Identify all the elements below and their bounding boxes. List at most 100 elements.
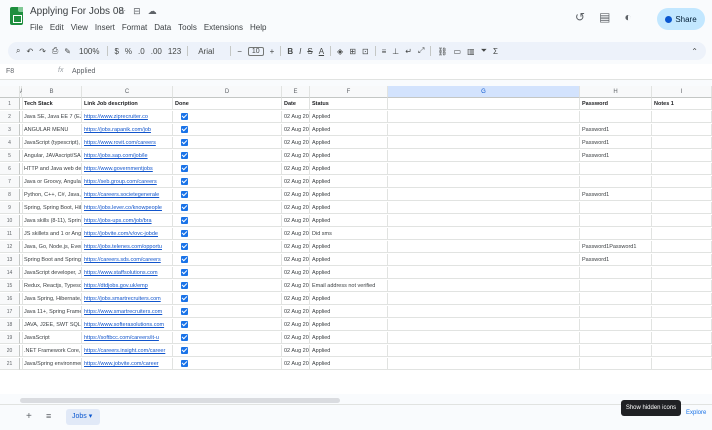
status-cell[interactable]: Applied xyxy=(310,306,388,318)
header-cell[interactable]: Tech Stack xyxy=(22,98,82,110)
status-cell[interactable]: Applied xyxy=(310,254,388,266)
notes-cell[interactable] xyxy=(652,254,712,266)
done-checkbox[interactable] xyxy=(181,360,188,367)
job-link-cell[interactable]: https://www.staffsolutions.com xyxy=(82,267,173,279)
notes-cell[interactable] xyxy=(652,241,712,253)
done-checkbox[interactable] xyxy=(181,152,188,159)
row-header[interactable]: 1 xyxy=(0,98,20,110)
job-link-cell[interactable]: https://careers.insight.com/career xyxy=(82,345,173,357)
header-cell[interactable]: Done xyxy=(173,98,282,110)
status-cell[interactable]: Applied xyxy=(310,345,388,357)
job-link-cell[interactable]: https://jobs.sap.com/job/le xyxy=(82,150,173,162)
date-cell[interactable]: 02 Aug 2023 xyxy=(282,293,310,305)
menu-tools[interactable]: Tools xyxy=(178,23,197,32)
status-cell[interactable]: Applied xyxy=(310,241,388,253)
header-cell[interactable]: Link Job description xyxy=(82,98,173,110)
date-cell[interactable]: 02 Aug 2023 xyxy=(282,137,310,149)
empty-cell[interactable] xyxy=(388,176,580,188)
row-header[interactable]: 21 xyxy=(0,358,20,370)
password-cell[interactable] xyxy=(580,332,652,344)
merge-cells-icon[interactable]: ⊡ xyxy=(362,47,369,56)
tech-stack-cell[interactable]: Spring, Spring Boot, Hibernate xyxy=(22,202,82,214)
done-checkbox[interactable] xyxy=(181,269,188,276)
status-cell[interactable]: Applied xyxy=(310,189,388,201)
date-cell[interactable]: 02 Aug 2023 xyxy=(282,150,310,162)
undo-icon[interactable]: ↶ xyxy=(26,47,33,56)
password-cell[interactable]: Password1Password1 xyxy=(580,241,652,253)
empty-cell[interactable] xyxy=(388,163,580,175)
done-cell[interactable] xyxy=(173,332,282,344)
password-cell[interactable] xyxy=(580,215,652,227)
search-menus-icon[interactable]: ⌕ xyxy=(16,46,20,56)
add-sheet-icon[interactable]: + xyxy=(26,411,32,422)
tech-stack-cell[interactable]: JavaScript (typescript), HTML xyxy=(22,137,82,149)
decimal-decrease-icon[interactable]: .0 xyxy=(138,47,145,56)
row-header[interactable]: 4 xyxy=(0,137,20,149)
column-header-f[interactable]: F xyxy=(310,86,388,98)
job-link-cell[interactable]: https://jobs.smartrecruiters.com xyxy=(82,293,173,305)
date-cell[interactable]: 02 Aug 2023 xyxy=(282,267,310,279)
notes-cell[interactable] xyxy=(652,267,712,279)
column-header-d[interactable]: D xyxy=(173,86,282,98)
empty-cell[interactable] xyxy=(388,345,580,357)
row-header[interactable]: 17 xyxy=(0,306,20,318)
text-color-icon[interactable]: A xyxy=(319,47,324,56)
empty-cell[interactable] xyxy=(388,202,580,214)
done-cell[interactable] xyxy=(173,215,282,227)
done-cell[interactable] xyxy=(173,345,282,357)
password-cell[interactable]: Password1 xyxy=(580,137,652,149)
valign-icon[interactable]: ⊥ xyxy=(392,47,399,56)
password-cell[interactable]: Password1 xyxy=(580,254,652,266)
header-cell[interactable]: Status xyxy=(310,98,388,110)
menu-file[interactable]: File xyxy=(30,23,43,32)
row-header[interactable]: 10 xyxy=(0,215,20,227)
status-cell[interactable]: Applied xyxy=(310,176,388,188)
job-link-cell[interactable]: https://jobs.telenes.com/opportu xyxy=(82,241,173,253)
zoom-select[interactable]: 100% xyxy=(77,47,101,56)
currency-icon[interactable]: $ xyxy=(114,47,118,56)
done-checkbox[interactable] xyxy=(181,321,188,328)
row-header[interactable]: 7 xyxy=(0,176,20,188)
done-checkbox[interactable] xyxy=(181,139,188,146)
password-cell[interactable]: Password1 xyxy=(580,189,652,201)
empty-cell[interactable] xyxy=(388,319,580,331)
row-header[interactable]: 13 xyxy=(0,254,20,266)
status-cell[interactable]: Applied xyxy=(310,267,388,279)
tech-stack-cell[interactable]: Redux, Reactjs, Typescript, H xyxy=(22,280,82,292)
date-cell[interactable]: 02 Aug 2023 xyxy=(282,124,310,136)
done-checkbox[interactable] xyxy=(181,126,188,133)
notes-cell[interactable] xyxy=(652,345,712,357)
job-link-cell[interactable]: https://www.smartrecruiters.com xyxy=(82,306,173,318)
done-cell[interactable] xyxy=(173,254,282,266)
row-header[interactable]: 14 xyxy=(0,267,20,279)
notes-cell[interactable] xyxy=(652,176,712,188)
menu-help[interactable]: Help xyxy=(250,23,266,32)
job-link-cell[interactable]: https://www.governmentjobs xyxy=(82,163,173,175)
empty-cell[interactable] xyxy=(388,332,580,344)
history-icon[interactable]: ↺ xyxy=(575,10,585,24)
job-link-cell[interactable]: https://careers.sds.com/careers xyxy=(82,254,173,266)
done-checkbox[interactable] xyxy=(181,204,188,211)
rotate-icon[interactable]: ⤢ xyxy=(418,46,424,56)
job-link-cell[interactable]: https://jobvite.com/v/ovc-jobde xyxy=(82,228,173,240)
menu-edit[interactable]: Edit xyxy=(50,23,64,32)
tech-stack-cell[interactable]: Java skills (8-11), Spring MVC xyxy=(22,215,82,227)
job-link-cell[interactable]: https://seb.group.com/careers xyxy=(82,176,173,188)
empty-cell[interactable] xyxy=(388,254,580,266)
header-cell[interactable]: Notes 1 xyxy=(652,98,712,110)
borders-icon[interactable]: ⊞ xyxy=(349,47,356,56)
empty-cell[interactable] xyxy=(388,111,580,123)
date-cell[interactable]: 02 Aug 2023 xyxy=(282,319,310,331)
status-cell[interactable]: Applied xyxy=(310,202,388,214)
password-cell[interactable] xyxy=(580,280,652,292)
job-link-cell[interactable]: https://careers.societegenerale xyxy=(82,189,173,201)
done-checkbox[interactable] xyxy=(181,113,188,120)
done-checkbox[interactable] xyxy=(181,217,188,224)
job-link-cell[interactable]: https://www.jobvite.com/career xyxy=(82,358,173,370)
done-cell[interactable] xyxy=(173,358,282,370)
password-cell[interactable] xyxy=(580,345,652,357)
done-cell[interactable] xyxy=(173,176,282,188)
tech-stack-cell[interactable]: HTTP and Java web developm xyxy=(22,163,82,175)
comments-icon[interactable]: ▤ xyxy=(599,10,610,24)
empty-cell[interactable] xyxy=(388,293,580,305)
